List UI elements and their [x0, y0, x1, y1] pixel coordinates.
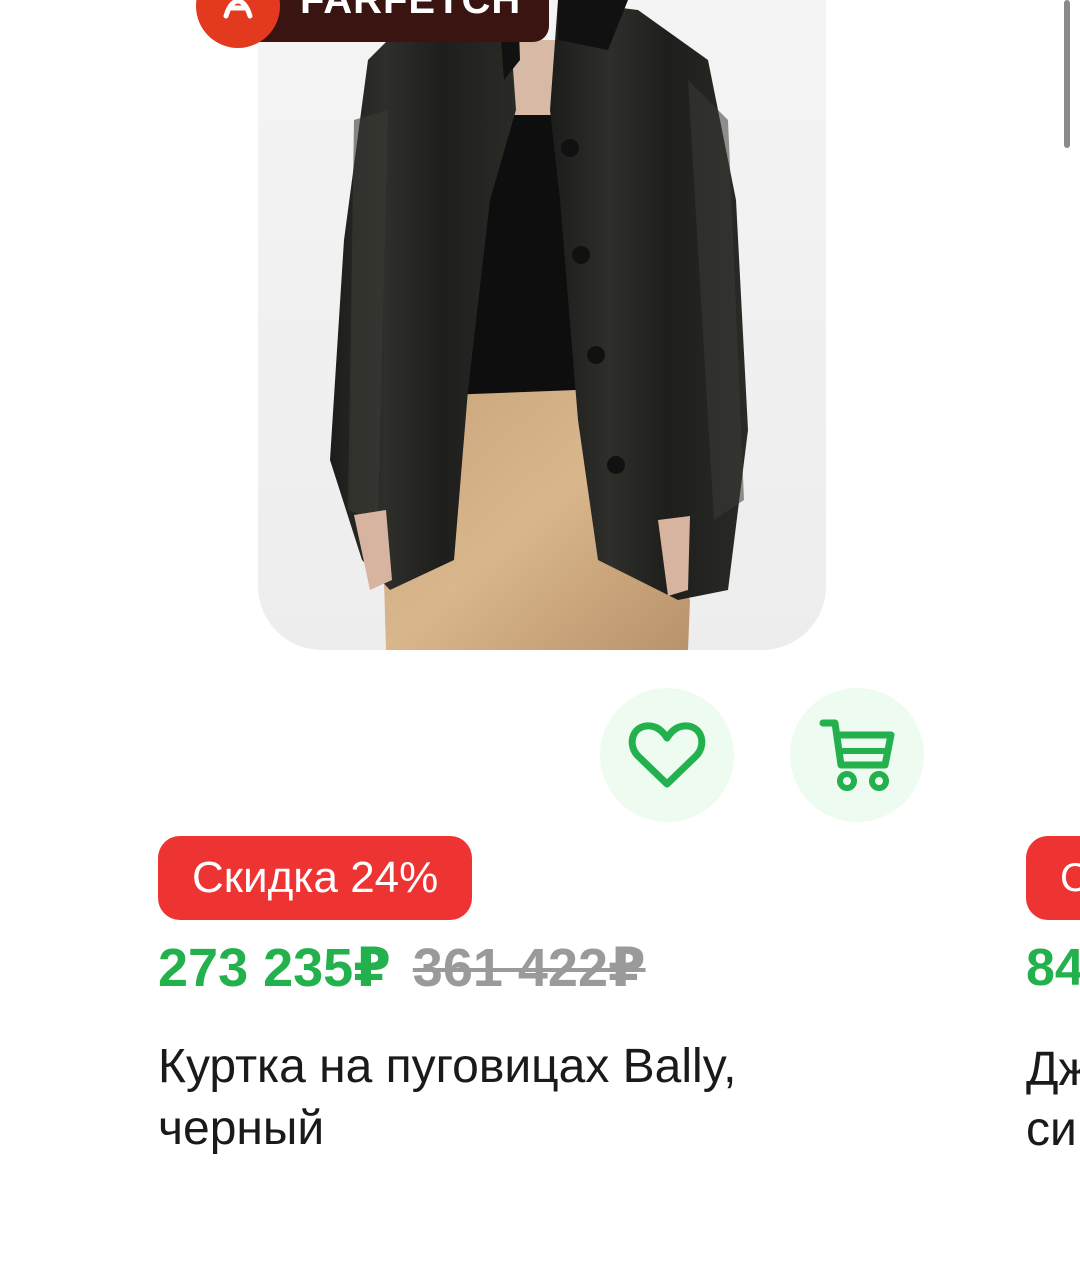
cart-icon — [819, 719, 895, 791]
product-title[interactable]: Куртка на пуговицах Bally, черный — [158, 1036, 878, 1160]
add-to-cart-button[interactable] — [790, 688, 924, 822]
next-card-discount-badge: С — [1026, 836, 1080, 920]
next-card-title[interactable]: Дж си — [1026, 1040, 1080, 1160]
product-photo — [258, 0, 826, 650]
scrollbar[interactable] — [1064, 0, 1070, 148]
price-row: 273 235₽ 361 422₽ — [158, 938, 646, 998]
next-card-title-line2: си — [1026, 1103, 1077, 1156]
next-card-price: 84 — [1026, 939, 1080, 997]
favorite-button[interactable] — [600, 688, 734, 822]
seller-name: FARFETCH — [240, 0, 550, 42]
old-price: 361 422₽ — [412, 938, 646, 998]
current-price: 273 235₽ — [158, 938, 391, 998]
heart-icon — [628, 722, 706, 788]
next-card-title-line1: Дж — [1026, 1043, 1080, 1096]
seller-badge[interactable]: FARFETCH — [196, 0, 550, 48]
discount-badge: Скидка 24% — [158, 836, 473, 920]
catalog-page: FARFETCH Скидка 24% 273 235₽ 361 422₽ Ку… — [0, 0, 1080, 1280]
product-image[interactable] — [258, 0, 826, 650]
